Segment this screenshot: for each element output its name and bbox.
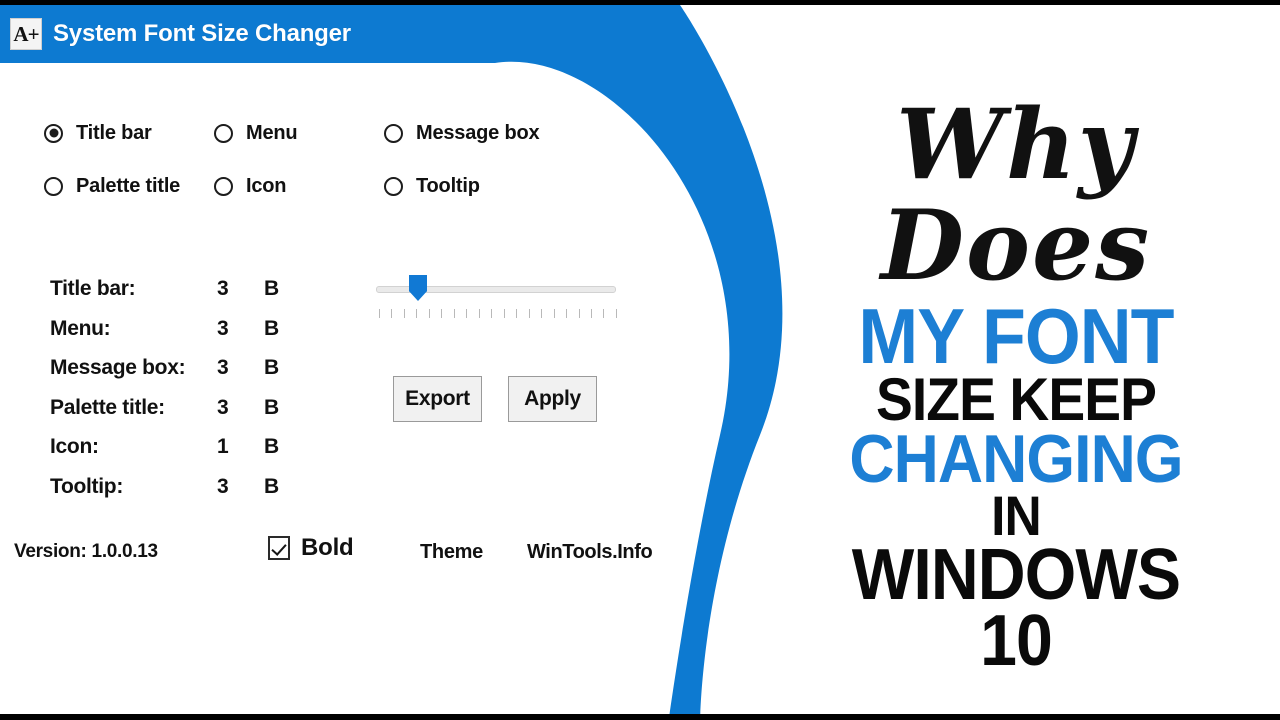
radio-title-bar[interactable]: Title bar — [44, 118, 214, 148]
size-row-label: Menu: — [50, 316, 111, 340]
radio-icon[interactable]: Icon — [214, 171, 384, 201]
radio-label: Message box — [416, 121, 540, 144]
promo-script-line: Why Does — [880, 88, 1152, 302]
window-titlebar: A+ System Font Size Changer — [0, 5, 495, 63]
size-row-bold-flag: B — [264, 395, 280, 419]
window-footer: Version: 1.0.0.13 Bold Theme WinTools.In… — [14, 534, 694, 574]
size-row-label: Title bar: — [50, 277, 136, 300]
slider-thumb[interactable] — [409, 275, 427, 301]
size-row-value: 3 — [217, 277, 229, 300]
list-item: Palette title: 3 B — [50, 396, 279, 436]
size-row-value: 3 — [217, 356, 229, 379]
size-row-label: Message box: — [50, 356, 186, 379]
app-window: A+ System Font Size Changer Title bar Me… — [0, 5, 700, 714]
slider-tick-marks — [379, 309, 617, 319]
radio-label: Tooltip — [416, 174, 480, 197]
list-item: Title bar: 3 B — [50, 277, 279, 317]
list-item: Icon: 1 B — [50, 435, 279, 475]
radio-label: Palette title — [76, 174, 181, 197]
theme-button[interactable]: Theme — [420, 541, 483, 564]
radio-indicator-icon — [214, 123, 233, 143]
size-row-label: Icon: — [50, 435, 99, 458]
font-element-radio-group: Title bar Menu Message box Palette title — [44, 118, 604, 224]
size-row-value: 3 — [217, 395, 229, 419]
size-row-bold-flag: B — [264, 474, 280, 498]
radio-indicator-icon — [214, 176, 233, 196]
screenshot-root: A+ System Font Size Changer Title bar Me… — [0, 0, 1280, 720]
size-row-bold-flag: B — [264, 277, 280, 300]
radio-indicator-icon — [384, 123, 403, 143]
radio-menu[interactable]: Menu — [214, 118, 384, 148]
radio-palette-title[interactable]: Palette title — [44, 171, 214, 201]
a-plus-icon: A+ — [10, 18, 42, 50]
radio-indicator-icon — [44, 176, 63, 196]
promo-line-3: CHANGING — [849, 420, 1183, 497]
size-row-label: Palette title: — [50, 395, 165, 419]
radio-message-box[interactable]: Message box — [384, 118, 584, 148]
list-item: Message box: 3 B — [50, 356, 279, 396]
size-row-value: 3 — [217, 474, 229, 498]
current-sizes-list: Title bar: 3 B Menu: 3 B Message box: 3 … — [50, 277, 279, 514]
radio-label: Menu — [246, 121, 298, 144]
action-buttons: Export Apply — [393, 376, 597, 422]
version-label: Version: 1.0.0.13 — [14, 541, 158, 562]
promo-title-block: Why Does MY FONT SIZE KEEP CHANGING IN W… — [800, 88, 1232, 681]
promo-line-1: MY FONT — [858, 291, 1174, 380]
radio-label: Title bar — [76, 121, 152, 144]
export-button[interactable]: Export — [393, 376, 482, 422]
radio-indicator-icon — [384, 176, 403, 196]
size-row-bold-flag: B — [264, 356, 280, 379]
size-row-bold-flag: B — [264, 435, 280, 458]
size-row-value: 3 — [217, 316, 229, 340]
bold-checkbox-label: Bold — [301, 534, 354, 561]
list-item: Tooltip: 3 B — [50, 475, 279, 515]
bold-checkbox[interactable]: Bold — [268, 534, 354, 562]
list-item: Menu: 3 B — [50, 317, 279, 357]
wintools-info-link[interactable]: WinTools.Info — [527, 541, 653, 564]
promo-line-5: WINDOWS 10 — [851, 534, 1181, 681]
radio-label: Icon — [246, 174, 287, 197]
size-row-label: Tooltip: — [50, 474, 124, 498]
radio-row-2: Palette title Icon Tooltip — [44, 171, 604, 224]
window-title: System Font Size Changer — [53, 20, 351, 47]
checkmark-icon — [268, 536, 290, 560]
radio-row-1: Title bar Menu Message box — [44, 118, 604, 171]
apply-button[interactable]: Apply — [508, 376, 597, 422]
size-row-value: 1 — [217, 435, 229, 458]
size-row-bold-flag: B — [264, 316, 280, 340]
radio-indicator-icon — [44, 123, 63, 143]
radio-tooltip[interactable]: Tooltip — [384, 171, 584, 201]
promo-line-2: SIZE KEEP — [875, 366, 1157, 434]
